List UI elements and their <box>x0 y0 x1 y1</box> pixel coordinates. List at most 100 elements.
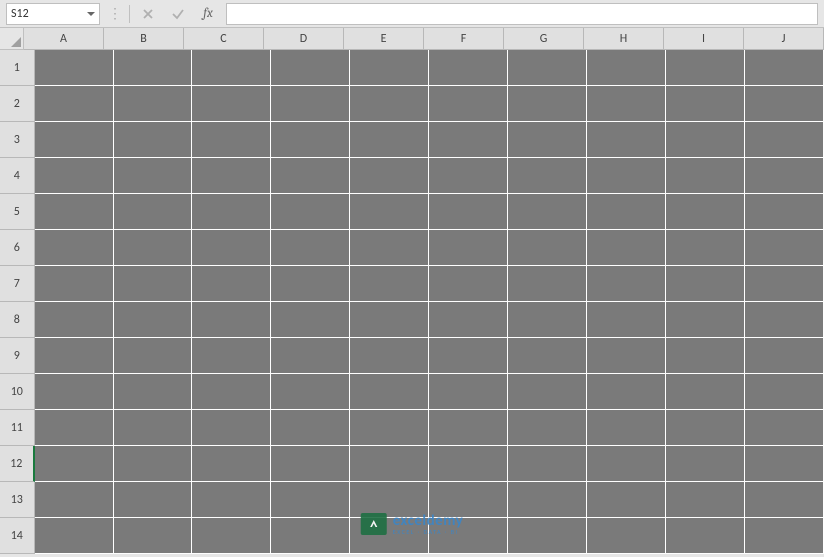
cell[interactable] <box>429 374 508 410</box>
cell[interactable] <box>508 338 587 374</box>
cell[interactable] <box>508 518 587 554</box>
column-header[interactable]: A <box>24 28 104 50</box>
cell[interactable] <box>35 482 114 518</box>
cell[interactable] <box>271 158 350 194</box>
cell[interactable] <box>745 194 824 230</box>
cell[interactable] <box>587 194 666 230</box>
cell[interactable] <box>666 374 745 410</box>
cell[interactable] <box>350 518 429 554</box>
cell[interactable] <box>350 194 429 230</box>
cell[interactable] <box>114 158 193 194</box>
row-header[interactable]: 10 <box>0 374 35 410</box>
cell[interactable] <box>35 194 114 230</box>
cell[interactable] <box>587 518 666 554</box>
column-header[interactable]: I <box>664 28 744 50</box>
cell[interactable] <box>587 374 666 410</box>
cell[interactable] <box>350 410 429 446</box>
cell[interactable] <box>271 518 350 554</box>
cell[interactable] <box>666 266 745 302</box>
cell[interactable] <box>429 338 508 374</box>
cell[interactable] <box>508 50 587 86</box>
cell[interactable] <box>35 230 114 266</box>
column-header[interactable]: H <box>584 28 664 50</box>
cell[interactable] <box>350 446 429 482</box>
cell[interactable] <box>508 158 587 194</box>
cell[interactable] <box>114 86 193 122</box>
column-header[interactable]: D <box>264 28 344 50</box>
cell[interactable] <box>508 410 587 446</box>
cell[interactable] <box>114 518 193 554</box>
cell[interactable] <box>745 266 824 302</box>
cell[interactable] <box>271 230 350 266</box>
cell[interactable] <box>192 338 271 374</box>
cell[interactable] <box>587 158 666 194</box>
cell[interactable] <box>745 374 824 410</box>
cell[interactable] <box>114 266 193 302</box>
cell[interactable] <box>350 230 429 266</box>
cell[interactable] <box>429 482 508 518</box>
cell[interactable] <box>350 266 429 302</box>
cell[interactable] <box>192 482 271 518</box>
cell[interactable] <box>666 302 745 338</box>
cell[interactable] <box>745 50 824 86</box>
cell[interactable] <box>508 374 587 410</box>
cell[interactable] <box>745 230 824 266</box>
cell[interactable] <box>666 86 745 122</box>
cell[interactable] <box>114 302 193 338</box>
row-header[interactable]: 7 <box>0 266 35 302</box>
cell[interactable] <box>192 194 271 230</box>
cell[interactable] <box>745 122 824 158</box>
row-header[interactable]: 1 <box>0 50 35 86</box>
cell[interactable] <box>192 266 271 302</box>
cell[interactable] <box>666 122 745 158</box>
cell[interactable] <box>666 158 745 194</box>
cell[interactable] <box>666 482 745 518</box>
cell[interactable] <box>350 158 429 194</box>
row-header[interactable]: 9 <box>0 338 35 374</box>
cell[interactable] <box>429 86 508 122</box>
cell[interactable] <box>508 86 587 122</box>
cell[interactable] <box>429 518 508 554</box>
cell[interactable] <box>271 446 350 482</box>
cell[interactable] <box>508 302 587 338</box>
cell[interactable] <box>192 230 271 266</box>
column-header[interactable]: E <box>344 28 424 50</box>
cell[interactable] <box>271 374 350 410</box>
column-header[interactable]: F <box>424 28 504 50</box>
cell[interactable] <box>429 266 508 302</box>
cell[interactable] <box>114 230 193 266</box>
cell[interactable] <box>666 518 745 554</box>
cell[interactable] <box>350 482 429 518</box>
cell[interactable] <box>35 410 114 446</box>
row-header[interactable]: 4 <box>0 158 35 194</box>
row-header[interactable]: 13 <box>0 482 35 518</box>
row-header[interactable]: 5 <box>0 194 35 230</box>
cell[interactable] <box>587 230 666 266</box>
cell[interactable] <box>192 86 271 122</box>
cell[interactable] <box>508 230 587 266</box>
cell[interactable] <box>508 266 587 302</box>
row-header[interactable]: 3 <box>0 122 35 158</box>
cell[interactable] <box>271 482 350 518</box>
row-header[interactable]: 6 <box>0 230 35 266</box>
cell[interactable] <box>429 194 508 230</box>
cell[interactable] <box>429 302 508 338</box>
cell[interactable] <box>350 50 429 86</box>
row-header[interactable]: 11 <box>0 410 35 446</box>
cell[interactable] <box>429 158 508 194</box>
column-header[interactable]: G <box>504 28 584 50</box>
cell[interactable] <box>35 122 114 158</box>
cell[interactable] <box>271 302 350 338</box>
cell[interactable] <box>114 374 193 410</box>
cell[interactable] <box>192 122 271 158</box>
cell[interactable] <box>271 266 350 302</box>
cell[interactable] <box>35 374 114 410</box>
cell[interactable] <box>114 338 193 374</box>
select-all-button[interactable] <box>0 28 24 50</box>
cell[interactable] <box>35 446 114 482</box>
cell[interactable] <box>429 50 508 86</box>
row-header[interactable]: 8 <box>0 302 35 338</box>
cell[interactable] <box>587 446 666 482</box>
cell[interactable] <box>429 122 508 158</box>
cell[interactable] <box>587 266 666 302</box>
